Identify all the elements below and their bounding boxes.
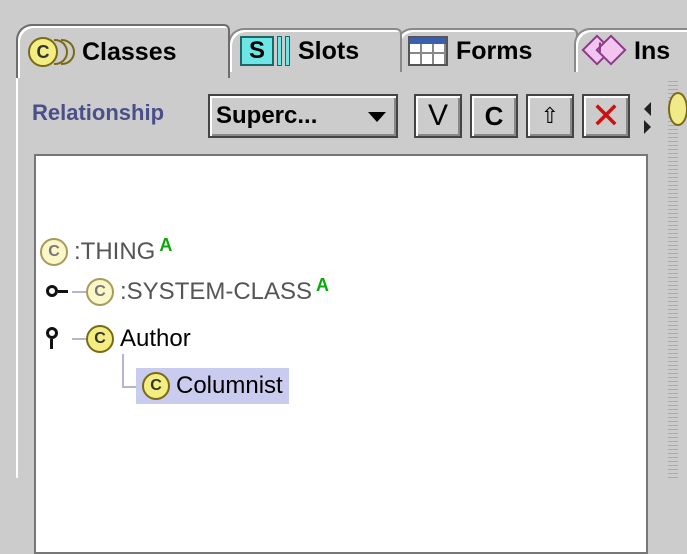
class-icon: C <box>142 372 170 400</box>
collapse-handle-icon[interactable] <box>46 327 58 339</box>
abstract-marker-icon: A <box>316 274 330 295</box>
toolbar-scroll-arrows[interactable] <box>644 102 660 142</box>
scroll-left-icon[interactable] <box>644 102 651 116</box>
splitter-handle[interactable] <box>668 78 678 478</box>
dropdown-arrow-icon <box>368 112 386 122</box>
selected-node: C Columnist <box>136 368 289 404</box>
class-icon: C <box>86 278 114 306</box>
collapse-handle-stem <box>50 339 53 349</box>
class-icon-partial <box>668 92 687 126</box>
tree-node-author[interactable]: C Author <box>86 321 191 357</box>
slot-icon: S <box>240 36 290 66</box>
tree-node-label: Columnist <box>176 372 283 399</box>
create-class-button[interactable]: C <box>470 94 518 138</box>
hierarchy-toolbar: Relationship Superc... V C ⇧ ✕ <box>18 88 678 144</box>
tab-forms[interactable]: Forms <box>396 28 578 72</box>
view-class-button[interactable]: V <box>414 94 462 138</box>
tree-node-columnist[interactable]: C Columnist <box>136 368 289 404</box>
tree-connector <box>72 291 86 293</box>
tree-node-label: Author <box>120 325 191 352</box>
expand-handle-icon[interactable] <box>46 285 58 297</box>
delete-class-button[interactable]: ✕ <box>582 94 630 138</box>
abstract-marker-icon: A <box>159 234 173 255</box>
tab-instances-label: Ins <box>634 36 671 65</box>
tree-connector <box>72 338 86 340</box>
relationship-label: Relationship <box>32 100 165 125</box>
class-icon: C <box>28 37 75 67</box>
expand-handle-stem <box>58 290 68 293</box>
tree-connector <box>122 354 124 388</box>
relationship-value: Superc... <box>216 102 318 129</box>
tab-instances[interactable]: I Ins <box>574 28 687 72</box>
scroll-right-icon[interactable] <box>644 120 651 134</box>
move-up-button[interactable]: ⇧ <box>526 94 574 138</box>
tab-classes[interactable]: C Classes <box>16 24 230 78</box>
class-hierarchy-tree[interactable]: C :THING A C :SYSTEM-CLASS A C Author C … <box>34 154 648 554</box>
class-icon: C <box>86 325 114 353</box>
tree-node-label: :SYSTEM-CLASS <box>120 278 313 305</box>
tree-node-label: :THING <box>74 238 156 265</box>
tree-node-thing[interactable]: C :THING A <box>40 234 172 270</box>
instance-icon: I <box>581 34 627 66</box>
relationship-dropdown[interactable]: Superc... <box>208 94 398 138</box>
tab-slots-label: Slots <box>298 36 360 65</box>
class-browser-panel: Relationship Superc... V C ⇧ ✕ C :THING … <box>16 78 678 554</box>
tab-classes-label: Classes <box>82 37 177 66</box>
class-icon: C <box>40 238 68 266</box>
form-icon <box>408 36 448 66</box>
tab-forms-label: Forms <box>456 36 533 65</box>
tab-bar: Forms I Ins S Slots C Classes <box>0 0 687 80</box>
tree-node-system-class[interactable]: C :SYSTEM-CLASS A <box>86 274 329 310</box>
tab-slots[interactable]: S Slots <box>228 28 402 72</box>
